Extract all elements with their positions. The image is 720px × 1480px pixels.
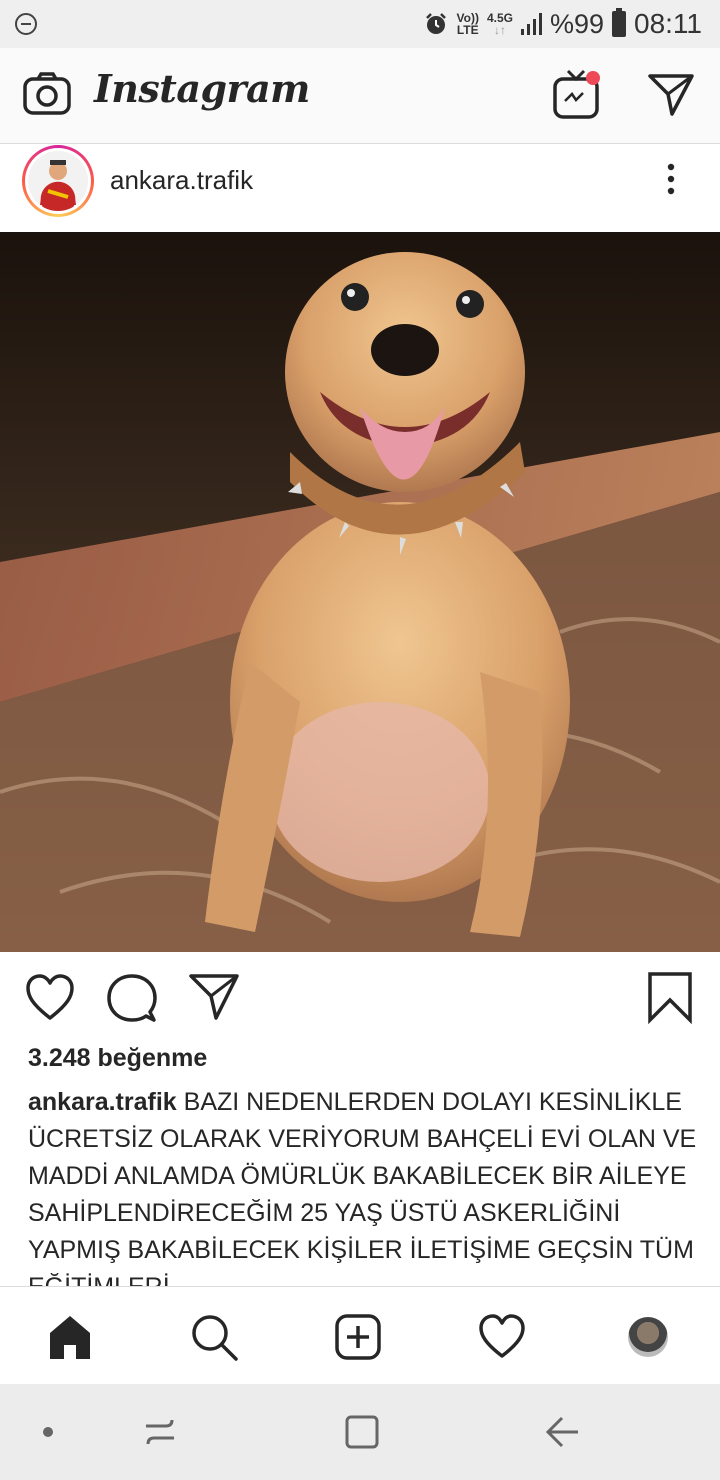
alarm-icon <box>425 13 446 34</box>
comment-icon[interactable] <box>106 972 158 1024</box>
activity-heart-icon[interactable] <box>478 1313 526 1361</box>
status-bar: Vo)) LTE 4.5G ↓↑ %99 08:11 <box>0 0 720 48</box>
search-icon[interactable] <box>190 1313 238 1361</box>
profile-avatar[interactable] <box>628 1317 668 1357</box>
like-heart-icon[interactable] <box>24 972 76 1024</box>
signal-icon <box>520 13 542 35</box>
post-username[interactable]: ankara.trafik <box>110 165 253 196</box>
more-options-icon[interactable] <box>656 161 686 201</box>
post-photo[interactable] <box>0 232 720 952</box>
clock: 08:11 <box>634 8 702 39</box>
battery-icon <box>612 8 626 37</box>
like-count[interactable]: 3.248 beğenme <box>28 1044 207 1073</box>
caption-username[interactable]: ankara.trafik <box>28 1088 177 1116</box>
dog-photo <box>0 232 720 952</box>
post-header: ankara.trafik <box>0 145 720 231</box>
instagram-logo: Instagram <box>94 66 310 111</box>
igtv-icon[interactable] <box>552 68 602 120</box>
post-actions <box>0 960 720 1040</box>
post-author-avatar[interactable] <box>22 145 94 217</box>
home-icon[interactable] <box>46 1313 94 1361</box>
avatar-illustration <box>40 160 76 205</box>
do-not-disturb-icon <box>15 13 37 35</box>
share-icon[interactable] <box>188 972 240 1024</box>
caption-text: BAZI NEDENLERDEN DOLAYI KESİNLİKLE ÜCRET… <box>28 1088 697 1286</box>
app-header: Instagram <box>0 48 720 144</box>
battery-percent: %99 <box>549 8 604 39</box>
recent-apps-icon[interactable] <box>140 1412 180 1452</box>
add-post-icon[interactable] <box>334 1313 382 1361</box>
save-bookmark-icon[interactable] <box>644 972 696 1024</box>
android-nav-bar <box>0 1384 720 1480</box>
network-gen-indicator: 4.5G ↓↑ <box>486 11 513 37</box>
post-caption: ankara.trafik BAZI NEDENLERDEN DOLAYI KE… <box>28 1084 698 1286</box>
direct-message-icon[interactable] <box>646 72 696 118</box>
dot-icon[interactable] <box>28 1412 68 1452</box>
volte-indicator: Vo)) LTE <box>456 11 479 37</box>
back-arrow-icon[interactable] <box>542 1412 582 1452</box>
home-square-icon[interactable] <box>342 1412 382 1452</box>
camera-icon[interactable] <box>22 72 72 116</box>
bottom-nav <box>0 1286 720 1384</box>
